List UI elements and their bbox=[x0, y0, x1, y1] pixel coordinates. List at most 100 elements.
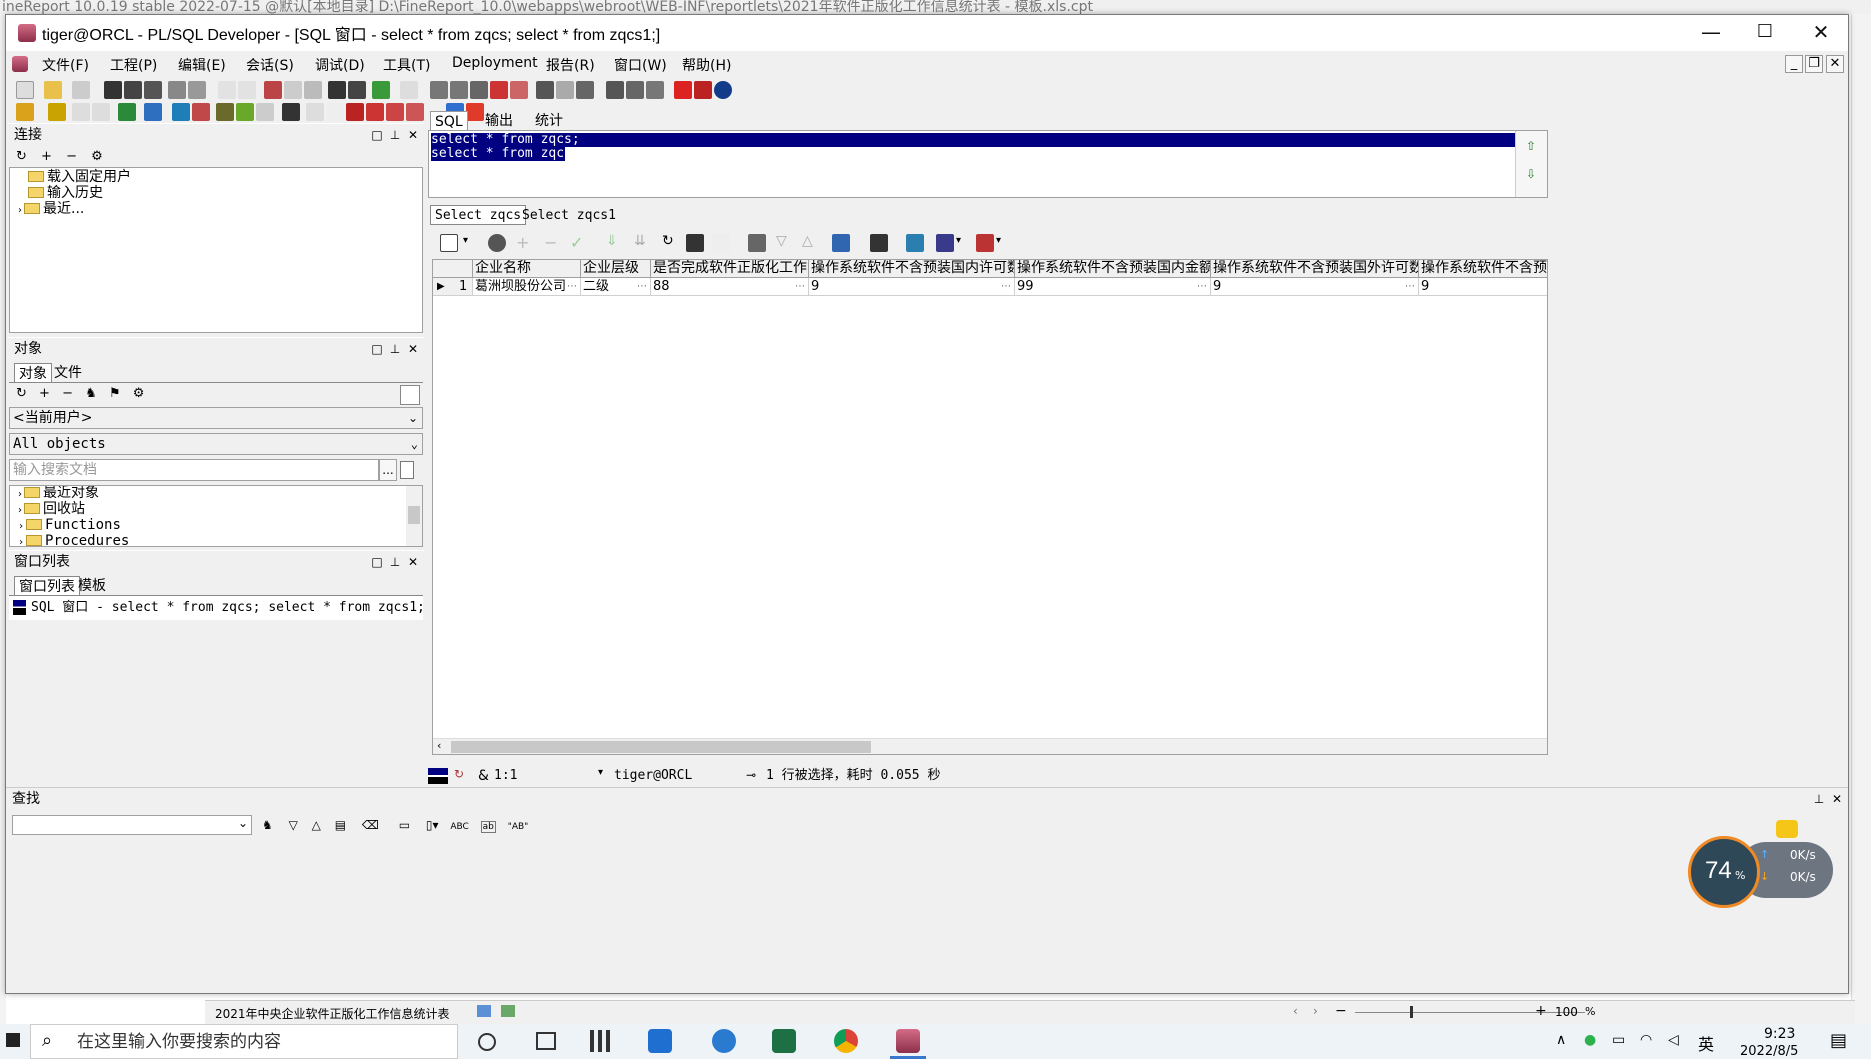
reopen-icon[interactable] bbox=[72, 81, 90, 99]
rollback-icon[interactable] bbox=[192, 103, 210, 121]
close-button[interactable]: ✕ bbox=[1792, 15, 1850, 51]
open-icon[interactable] bbox=[44, 81, 62, 99]
panel-pin-icon[interactable]: ⊥ bbox=[388, 556, 402, 570]
panel-close-icon[interactable]: ✕ bbox=[406, 343, 420, 357]
menu-deployment[interactable]: Deployment bbox=[452, 55, 538, 71]
task-view-icon[interactable] bbox=[536, 1032, 556, 1050]
debug-icon[interactable] bbox=[306, 103, 324, 121]
apps-grid-icon[interactable] bbox=[590, 1030, 612, 1052]
case-sensitive-toggle[interactable]: ABC bbox=[450, 822, 468, 832]
macro-icon[interactable] bbox=[576, 81, 594, 99]
menu-report[interactable]: 报告(R) bbox=[546, 55, 595, 75]
expand-icon[interactable]: › bbox=[18, 205, 22, 216]
lock-icon[interactable] bbox=[488, 234, 506, 252]
add-record-icon[interactable]: + bbox=[516, 233, 529, 252]
tab-sql[interactable]: SQL bbox=[430, 111, 468, 131]
document-search-icon[interactable] bbox=[400, 461, 414, 479]
excel-icon[interactable] bbox=[772, 1029, 796, 1053]
expand-icon[interactable]: › bbox=[18, 489, 22, 500]
tab-select-zqcs[interactable]: Select zqcs bbox=[430, 205, 527, 225]
delete-record-icon[interactable]: − bbox=[544, 233, 557, 252]
mdi-minimize-button[interactable]: _ bbox=[1785, 55, 1803, 73]
zoom-out-icon[interactable]: − bbox=[1335, 1003, 1347, 1019]
filter-up-icon[interactable]: △ bbox=[802, 233, 813, 249]
find-input[interactable]: ⌄ bbox=[12, 815, 252, 835]
sheet-prev-icon[interactable]: ‹ bbox=[1293, 1004, 1298, 1018]
ime-indicator[interactable]: 英 bbox=[1698, 1031, 1714, 1055]
cut-icon[interactable] bbox=[264, 81, 282, 99]
step-icon[interactable] bbox=[366, 103, 384, 121]
cell-ellipsis-icon[interactable]: ⋯ bbox=[1197, 278, 1207, 295]
gear-icon[interactable] bbox=[48, 103, 66, 121]
table-icon[interactable] bbox=[976, 234, 994, 252]
wrench-icon[interactable] bbox=[282, 103, 300, 121]
refresh-icon[interactable]: ↻ bbox=[662, 233, 674, 249]
breakpoint-icon[interactable] bbox=[346, 103, 364, 121]
mdi-close-button[interactable]: ✕ bbox=[1826, 55, 1844, 73]
bookmark-icon[interactable] bbox=[556, 81, 574, 99]
object-search-input[interactable]: 输入搜索文档 bbox=[9, 459, 379, 481]
tab-window-list[interactable]: 窗口列表 bbox=[14, 576, 80, 596]
pdf-icon[interactable] bbox=[694, 81, 712, 99]
column-header[interactable]: 操作系统软件不含预装国内金额 bbox=[1015, 260, 1211, 278]
network-gauge-widget[interactable]: ↑ 0K/s ↓ 0K/s 74 % bbox=[1688, 820, 1838, 908]
replace-icon[interactable] bbox=[348, 81, 366, 99]
mdi-restore-button[interactable]: ❐ bbox=[1805, 55, 1823, 73]
refresh-icon[interactable]: ↻ bbox=[16, 149, 27, 164]
object-type-select[interactable]: All objects ⌄ bbox=[9, 433, 423, 455]
sheet-add-icon[interactable] bbox=[477, 1005, 491, 1017]
scroll-left-icon[interactable]: ‹ bbox=[437, 739, 441, 752]
paste-icon[interactable] bbox=[304, 81, 322, 99]
next-page-icon[interactable]: ⇓ bbox=[606, 233, 618, 249]
remove-icon[interactable]: − bbox=[62, 386, 73, 401]
export-icon[interactable] bbox=[400, 81, 418, 99]
import-icon[interactable] bbox=[372, 81, 390, 99]
add-icon[interactable]: + bbox=[39, 386, 50, 401]
redo-icon[interactable] bbox=[238, 81, 256, 99]
query-icon[interactable] bbox=[748, 234, 766, 252]
table-row-header[interactable]: ▶ 1 bbox=[433, 278, 473, 296]
zoom-slider-track[interactable] bbox=[1355, 1012, 1585, 1013]
status-dropdown-icon[interactable]: ▾ bbox=[598, 767, 603, 778]
expand-icon[interactable]: › bbox=[18, 537, 24, 546]
chevron-down-icon[interactable]: ▾ bbox=[463, 235, 468, 246]
tab-output[interactable]: 输出 bbox=[481, 111, 517, 131]
status-connection[interactable]: tiger@ORCL bbox=[614, 765, 692, 787]
print-icon[interactable] bbox=[168, 81, 186, 99]
column-header[interactable]: 操作系统软件不含预装国外许可数 bbox=[1211, 260, 1419, 278]
cell-ellipsis-icon[interactable]: ⋯ bbox=[567, 278, 577, 295]
arrow-up-icon[interactable]: ⇧ bbox=[1526, 139, 1536, 153]
sql-line-1[interactable]: select * from zqcs; bbox=[431, 133, 1515, 147]
wechat-tray-icon[interactable]: ● bbox=[1584, 1032, 1596, 1048]
sheet-next-icon[interactable]: › bbox=[1313, 1004, 1318, 1018]
plsql-taskbar-icon[interactable] bbox=[896, 1029, 920, 1053]
find-icon[interactable] bbox=[328, 81, 346, 99]
chart-icon[interactable] bbox=[936, 234, 954, 252]
copy-icon[interactable] bbox=[284, 81, 302, 99]
column-header[interactable]: 操作系统软件不含预装国内许可数 bbox=[809, 260, 1015, 278]
tab-statistics[interactable]: 统计 bbox=[531, 111, 567, 131]
find-icon[interactable] bbox=[686, 234, 704, 252]
refresh-icon[interactable]: ↻ bbox=[16, 386, 27, 401]
panel-pin-icon[interactable]: ⊥ bbox=[388, 129, 402, 143]
find-icon[interactable]: ♞ bbox=[262, 818, 273, 832]
chrome-icon[interactable] bbox=[834, 1029, 858, 1053]
expand-icon[interactable]: › bbox=[18, 505, 22, 516]
table-cell[interactable]: 葛洲坝股份公司 ⋯ bbox=[473, 278, 581, 296]
tab-templates[interactable]: 模板 bbox=[74, 576, 110, 596]
zoom-slider-thumb[interactable] bbox=[1410, 1006, 1413, 1018]
properties-icon[interactable]: ⚙ bbox=[133, 386, 145, 401]
user-select[interactable]: <当前用户> ⌄ bbox=[9, 407, 423, 429]
clear-icon[interactable] bbox=[712, 234, 730, 252]
column-header[interactable]: 操作系统软件不含预装 bbox=[1419, 260, 1547, 278]
sheet-copy-icon[interactable] bbox=[501, 1005, 515, 1017]
grid-icon[interactable] bbox=[440, 234, 458, 252]
properties-icon[interactable]: ⚙ bbox=[91, 149, 103, 164]
tree-item[interactable]: › 最近... bbox=[18, 200, 84, 218]
filter-icon[interactable]: ⚑ bbox=[109, 386, 121, 401]
tray-expand-icon[interactable]: ∧ bbox=[1556, 1032, 1566, 1048]
start-icon[interactable] bbox=[6, 1033, 20, 1047]
disabled-icon-2[interactable] bbox=[92, 103, 110, 121]
cell-ellipsis-icon[interactable]: ⋯ bbox=[1001, 278, 1011, 295]
grid-horizontal-scrollbar[interactable]: ‹ bbox=[433, 738, 1547, 754]
